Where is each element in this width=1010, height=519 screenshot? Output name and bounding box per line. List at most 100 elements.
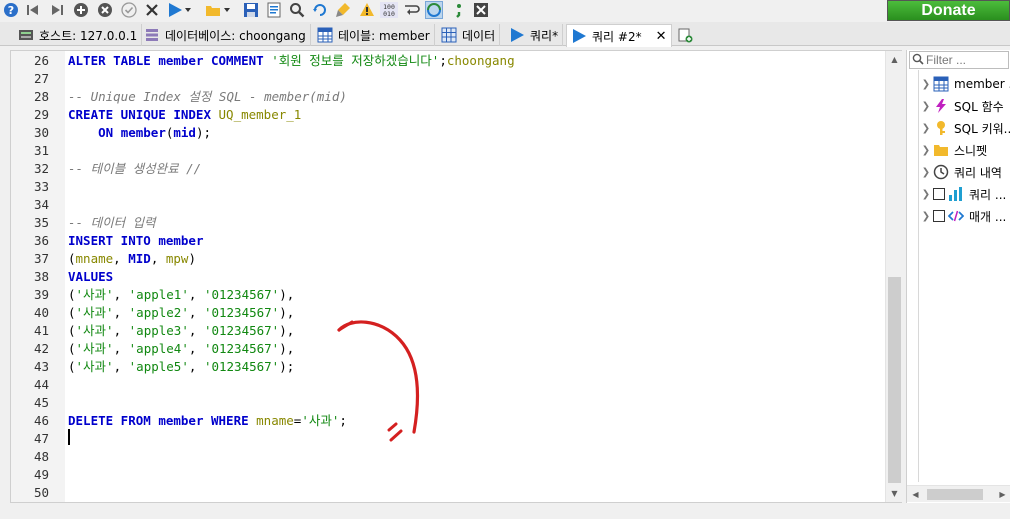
scroll-left-icon[interactable]: ◀ (907, 486, 924, 503)
run-dropdown-icon[interactable] (183, 1, 193, 19)
save-icon[interactable] (242, 1, 260, 19)
chevron-right-icon[interactable]: ❯ (919, 79, 933, 90)
code-token: 'apple2' (128, 305, 189, 320)
code-token: , (188, 341, 204, 356)
auto-refresh-icon[interactable] (425, 1, 443, 19)
line-number: 37 (33, 251, 49, 266)
line-number: 46 (33, 413, 49, 428)
tree-item[interactable]: ❯ SQL 키워... (919, 118, 1010, 138)
add-record-icon[interactable] (72, 1, 90, 19)
post-record-icon[interactable] (120, 1, 138, 19)
code-token: '회원 정보를 저장하겠습니다' (271, 53, 440, 68)
scroll-up-icon[interactable]: ▲ (886, 51, 903, 68)
scroll-down-icon[interactable]: ▼ (886, 485, 903, 502)
code-line: ('사과', 'apple1', '01234567'), (68, 286, 294, 304)
code-token: UQ_member_1 (218, 107, 302, 122)
code-token: ); (279, 359, 295, 374)
code-line: DELETE FROM member WHERE mname='사과'; (68, 412, 347, 430)
code-token: member (120, 125, 166, 140)
grid-icon (441, 27, 457, 43)
chevron-right-icon[interactable]: ❯ (919, 123, 933, 134)
scrollbar-thumb[interactable] (888, 277, 901, 483)
warning-icon[interactable] (358, 1, 376, 19)
filter-input[interactable] (926, 53, 1008, 67)
chevron-right-icon[interactable]: ❯ (919, 189, 933, 200)
editor-vertical-scrollbar[interactable]: ▲ ▼ (885, 51, 902, 502)
panel-horizontal-scrollbar[interactable]: ◀ ▶ (907, 485, 1010, 502)
code-token: , (188, 323, 204, 338)
tab-host[interactable]: 호스트: 127.0.0.1 (14, 24, 143, 46)
tab-table[interactable]: 테이블: member (313, 24, 435, 46)
tree-item[interactable]: ❯ 쿼리 내역 (919, 162, 1002, 182)
tree-item-label: SQL 함수 (954, 99, 1004, 114)
chevron-right-icon[interactable]: ❯ (919, 145, 933, 156)
tree-item[interactable]: ❯ SQL 함수 (919, 96, 1004, 116)
chevron-right-icon[interactable]: ❯ (919, 211, 933, 222)
binary-icon[interactable]: 100 010 (380, 1, 398, 19)
run-query-icon[interactable] (166, 1, 184, 19)
code-area[interactable]: ALTER TABLE member COMMENT '회원 정보를 저장하겠습… (68, 51, 884, 502)
word-wrap-icon[interactable] (403, 1, 421, 19)
replace-icon[interactable] (311, 1, 329, 19)
tree-item[interactable]: ❯ member ... (919, 74, 1010, 94)
donate-button[interactable]: Donate (887, 0, 1010, 21)
code-token: VALUES (68, 269, 114, 284)
cancel-icon[interactable] (143, 1, 161, 19)
line-number: 32 (33, 161, 49, 176)
code-token: 'apple1' (128, 287, 189, 302)
search-icon[interactable] (288, 1, 306, 19)
scroll-right-icon[interactable]: ▶ (994, 486, 1010, 503)
last-record-icon[interactable] (48, 1, 66, 19)
scrollbar-thumb[interactable] (927, 489, 983, 500)
play-icon (571, 28, 587, 44)
tab-database[interactable]: 데이터베이스: choongang (140, 24, 311, 46)
load-sql-icon[interactable] (265, 1, 283, 19)
sql-editor[interactable]: 26 27 28 29 30 31 32 33 34 35 36 37 38 39 40 41 42 43 44 45… (10, 50, 902, 503)
tab-data-label: 데이터 (462, 28, 496, 43)
semicolon-icon[interactable] (450, 1, 468, 19)
tab-query-1[interactable]: 쿼리* (505, 24, 564, 46)
line-number: 40 (33, 305, 49, 320)
code-token: ), (279, 341, 295, 356)
code-token: ( (68, 305, 76, 320)
line-number: 49 (33, 467, 49, 482)
delete-record-icon[interactable] (96, 1, 114, 19)
checkbox[interactable] (933, 188, 945, 200)
close-tab-icon[interactable]: ✕ (656, 29, 667, 44)
filter-box[interactable] (909, 51, 1009, 69)
code-token: MID (128, 251, 151, 266)
tab-query-2[interactable]: 쿼리 #2* ✕ (566, 24, 672, 47)
code-token: '01234567' (203, 341, 280, 356)
tab-database-label: 데이터베이스: choongang (165, 28, 306, 43)
tree-item[interactable]: ❯ 스니펫 (919, 140, 987, 160)
play-icon (509, 27, 525, 43)
tree-item[interactable]: ❯ 쿼리 ... (919, 184, 1006, 204)
new-query-tab-button[interactable] (673, 24, 697, 46)
code-token: , (150, 251, 166, 266)
open-file-icon[interactable] (204, 1, 222, 19)
code-token: 'apple5' (128, 359, 189, 374)
line-number: 29 (33, 107, 49, 122)
code-token: mpw (165, 251, 189, 266)
code-token: mid (173, 125, 196, 140)
code-token: CREATE UNIQUE INDEX (68, 107, 219, 122)
chevron-right-icon[interactable]: ❯ (919, 101, 933, 112)
line-number: 34 (33, 197, 49, 212)
first-record-icon[interactable] (24, 1, 42, 19)
code-line: ('사과', 'apple3', '01234567'), (68, 322, 294, 340)
code-token: , (113, 359, 129, 374)
lightning-icon (933, 98, 949, 114)
format-sql-icon[interactable] (334, 1, 352, 19)
code-token: , (188, 305, 204, 320)
tab-bar: 호스트: 127.0.0.1 데이터베이스: choongang 테이블: me… (0, 22, 1010, 47)
database-icon (144, 27, 160, 43)
open-dropdown-icon[interactable] (222, 1, 232, 19)
tree-item[interactable]: ❯ 매개 ... (919, 206, 1007, 226)
help-icon[interactable]: ? (2, 1, 20, 19)
checkbox[interactable] (933, 210, 945, 222)
close-window-icon[interactable] (472, 1, 490, 19)
chevron-right-icon[interactable]: ❯ (919, 167, 933, 178)
filter-search-icon (912, 53, 924, 68)
tab-data[interactable]: 데이터 (437, 24, 501, 46)
tree-item-label: 스니펫 (954, 143, 988, 158)
